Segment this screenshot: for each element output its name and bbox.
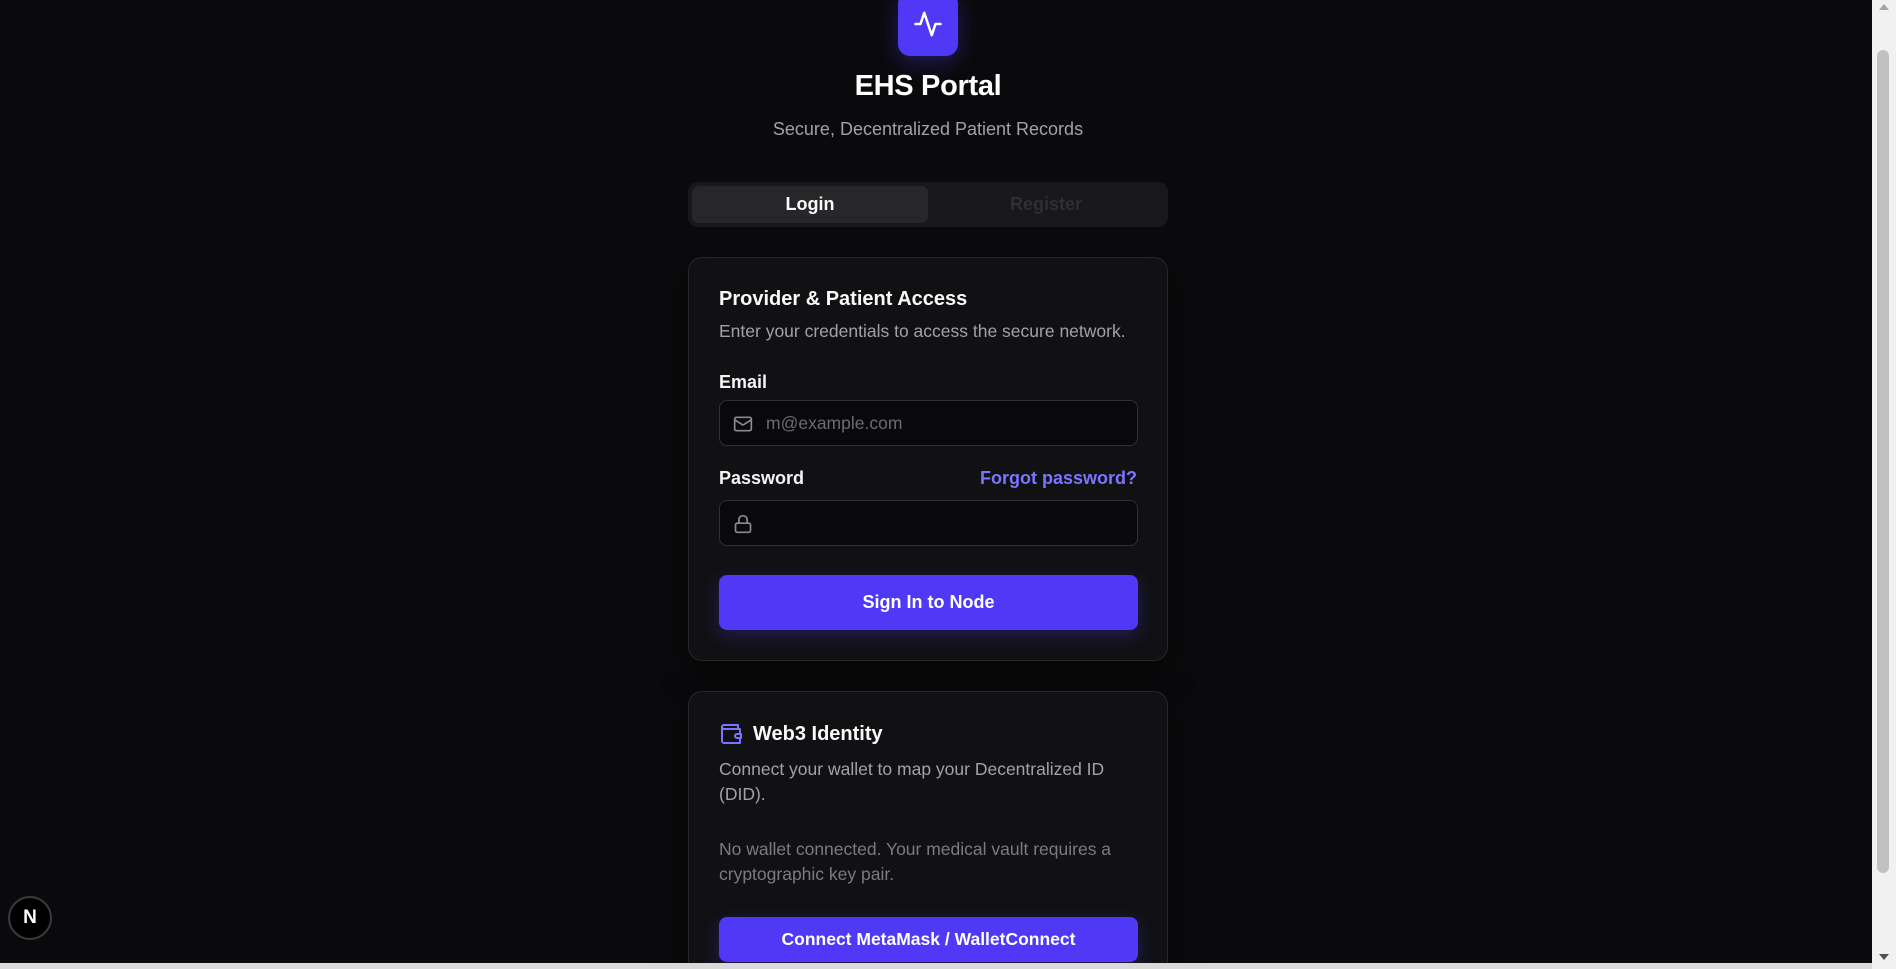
tab-login[interactable]: Login (692, 186, 928, 223)
email-field (719, 400, 1138, 446)
nextjs-icon: N (23, 907, 37, 928)
tab-register[interactable]: Register (928, 186, 1164, 223)
web3-card-title: Web3 Identity (753, 722, 883, 745)
password-label: Password (719, 468, 805, 488)
web3-card-description: Connect your wallet to map your Decentra… (719, 759, 1105, 804)
scroll-down-arrow-icon[interactable] (1879, 954, 1889, 960)
horizontal-scrollbar[interactable] (0, 963, 1872, 969)
email-input[interactable] (764, 401, 1132, 445)
connect-wallet-button[interactable]: Connect MetaMask / WalletConnect (719, 917, 1138, 962)
password-field (719, 500, 1138, 546)
web3-card-header: Web3 Identity (719, 722, 883, 746)
auth-tabs: Login Register (688, 182, 1168, 227)
web3-identity-card: Web3 Identity Connect your wallet to map… (688, 691, 1168, 963)
sign-in-button[interactable]: Sign In to Node (719, 575, 1138, 630)
login-card: Provider & Patient Access Enter your cre… (688, 257, 1168, 661)
email-label: Email (719, 372, 768, 392)
wallet-status-text: No wallet connected. Your medical vault … (719, 839, 1112, 884)
scroll-thumb[interactable] (1877, 50, 1889, 873)
wallet-icon (721, 724, 742, 744)
forgot-password-link[interactable]: Forgot password? (980, 468, 1137, 489)
lock-icon (733, 514, 753, 534)
mail-icon (733, 414, 753, 434)
app-title: EHS Portal (854, 70, 1002, 102)
password-input[interactable] (764, 501, 1132, 545)
page-viewport: EHS Portal Secure, Decentralized Patient… (0, 0, 1872, 963)
app-logo (898, 0, 958, 56)
nextjs-dev-badge[interactable]: N (8, 896, 52, 940)
login-card-description: Enter your credentials to access the sec… (719, 321, 1126, 341)
scroll-up-arrow-icon[interactable] (1879, 4, 1889, 10)
app-subtitle: Secure, Decentralized Patient Records (772, 119, 1084, 139)
login-card-title: Provider & Patient Access (719, 288, 968, 310)
activity-pulse-icon (914, 11, 942, 37)
vertical-scrollbar[interactable] (1872, 0, 1896, 969)
